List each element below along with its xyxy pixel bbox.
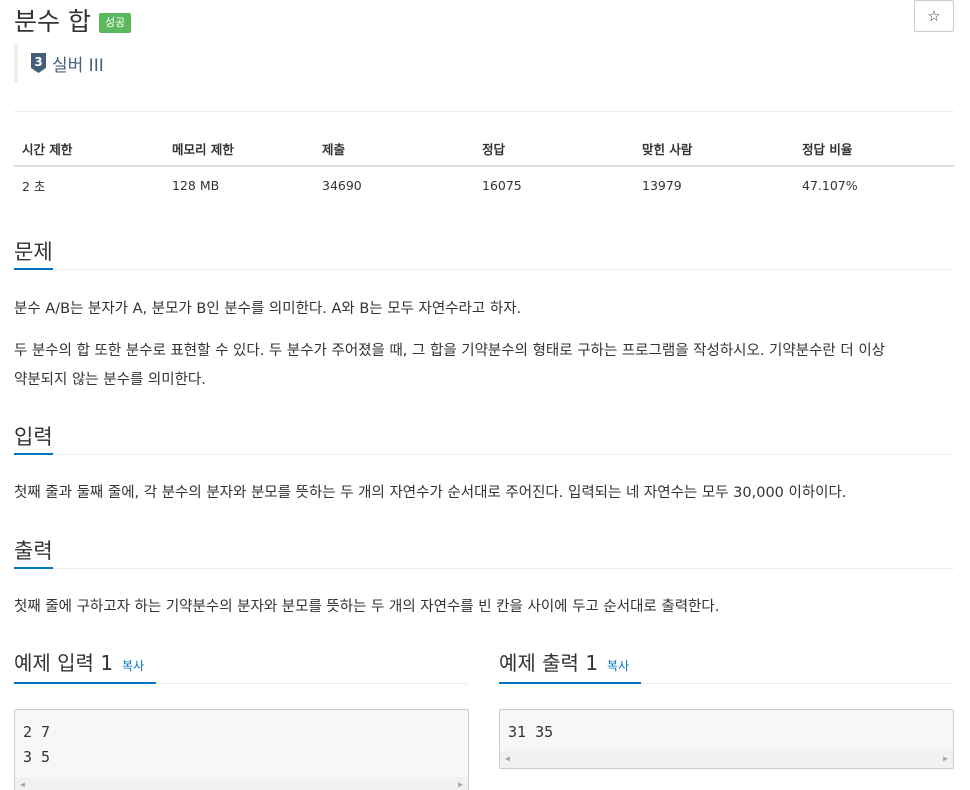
table-row: 2 초 128 MB 34690 16075 13979 47.107% [14, 166, 954, 203]
sample-input-box[interactable]: 2 7 3 5 ◀ ▶ [14, 709, 469, 790]
sample-output-header: 예제 출력 1 복사 [499, 640, 954, 684]
output-header: 출력 [14, 529, 954, 569]
input-description: 첫째 줄과 둘째 줄에, 각 분수의 분자와 분모를 뜻하는 두 개의 자연수가… [14, 485, 847, 501]
table-header-row: 시간 제한 메모리 제한 제출 정답 맞힌 사람 정답 비율 [14, 131, 954, 167]
header-accepted: 정답 [474, 131, 634, 167]
scroll-left-icon[interactable]: ◀ [20, 780, 25, 789]
description-header: 문제 [14, 230, 954, 270]
description-line: 분수 A/B는 분자가 A, 분모가 B인 분수를 의미한다. A와 B는 모두… [14, 301, 522, 317]
header-time-limit: 시간 제한 [14, 131, 164, 167]
time-limit-value: 2 초 [22, 178, 46, 194]
copy-sample-input-button[interactable]: 복사 [122, 657, 144, 674]
tier-label: 실버 III [52, 55, 104, 76]
header-memory-limit: 메모리 제한 [164, 131, 314, 167]
header-accept-ratio: 정답 비율 [794, 131, 954, 167]
problem-stats-table: 시간 제한 메모리 제한 제출 정답 맞힌 사람 정답 비율 2 초 128 M… [14, 131, 954, 203]
submissions-value: 34690 [322, 177, 362, 193]
scroll-right-icon[interactable]: ▶ [458, 780, 463, 789]
accepted-value: 16075 [482, 177, 522, 193]
description-line: 약분되지 않는 분수를 의미한다. [14, 372, 206, 388]
sample-input-line: 2 7 [23, 723, 51, 741]
section-title-description: 문제 [14, 238, 53, 270]
star-icon: ☆ [927, 8, 941, 25]
output-description: 첫째 줄에 구하고자 하는 기약분수의 분자와 분모를 뜻하는 두 개의 자연수… [14, 599, 720, 615]
sample-output-title: 예제 출력 1 [499, 651, 599, 675]
star-button[interactable]: ☆ [914, 0, 954, 32]
sample-input-title: 예제 입력 1 [14, 651, 114, 675]
divider [14, 111, 954, 112]
tier-badge[interactable]: 3 실버 III [14, 44, 104, 82]
section-title-output: 출력 [14, 537, 53, 569]
sample-input-header: 예제 입력 1 복사 [14, 640, 469, 684]
horizontal-scrollbar[interactable]: ◀ ▶ [500, 751, 953, 768]
header-solved-users: 맞힌 사람 [634, 131, 794, 167]
solved-users-value: 13979 [642, 177, 682, 193]
scroll-left-icon[interactable]: ◀ [505, 754, 510, 763]
section-title-input: 입력 [14, 423, 53, 455]
sample-output-box[interactable]: 31 35 ◀ ▶ [499, 709, 954, 769]
page-title: 분수 합 [14, 7, 91, 36]
silver-tier-icon: 3 [31, 53, 46, 73]
accept-ratio-value: 47.107% [802, 177, 858, 193]
horizontal-scrollbar[interactable]: ◀ ▶ [15, 777, 468, 790]
problem-header: 분수 합 성공 [14, 2, 132, 38]
tier-number: 3 [34, 55, 42, 69]
sample-input-line: 3 5 [23, 748, 51, 766]
status-badge: 성공 [98, 13, 132, 33]
copy-sample-output-button[interactable]: 복사 [607, 657, 629, 674]
header-submissions: 제출 [314, 131, 474, 167]
memory-limit-value: 128 MB [172, 177, 220, 193]
scroll-right-icon[interactable]: ▶ [943, 754, 948, 763]
sample-output-line: 31 35 [508, 723, 554, 741]
input-header: 입력 [14, 415, 954, 455]
